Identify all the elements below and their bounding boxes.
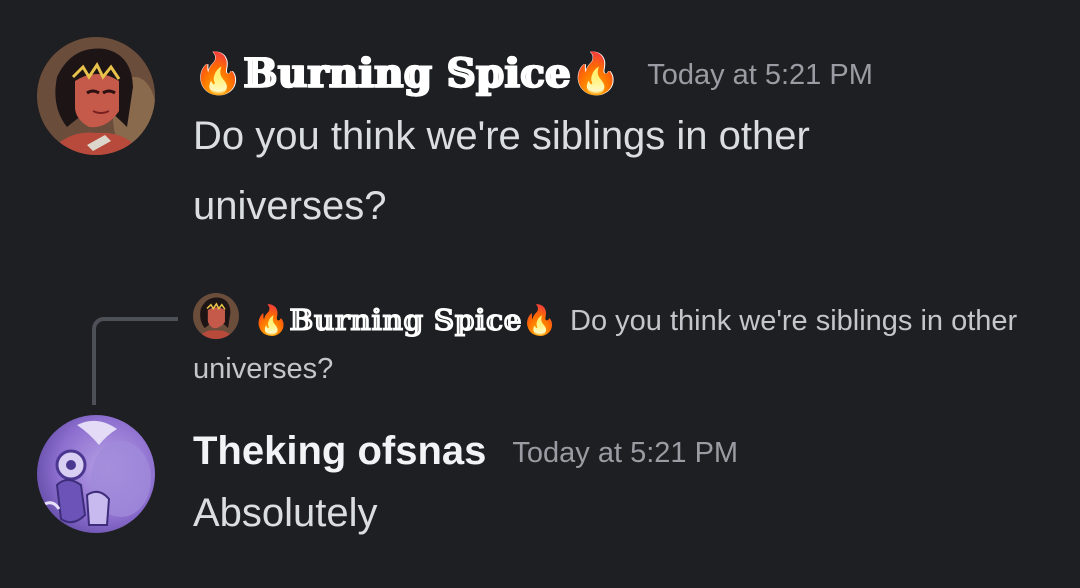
user-avatar-red-character-icon [37,37,155,155]
reply-connector-line [92,317,178,405]
reply-preview[interactable]: 🔥𝔹𝕦𝕣𝕟𝕚𝕟𝕘 𝕊𝕡𝕚𝕔𝕖🔥 Do you think we're siblin… [193,296,1033,393]
message-1-author[interactable]: 🔥𝔹𝕦𝕣𝕟𝕚𝕟𝕘 𝕊𝕡𝕚𝕔𝕖🔥 [193,46,621,102]
message-1-timestamp[interactable]: Today at 5:21 PM [647,59,873,92]
message-1-text: Do you think we're siblings in other uni… [193,114,810,228]
message-2-timestamp[interactable]: Today at 5:21 PM [512,437,738,470]
message-1-header: 🔥𝔹𝕦𝕣𝕟𝕚𝕟𝕘 𝕊𝕡𝕚𝕔𝕖🔥 Today at 5:21 PM [193,46,873,102]
message-2-header: Theking ofsnas Today at 5:21 PM [193,423,738,479]
reply-author[interactable]: 🔥𝔹𝕦𝕣𝕟𝕚𝕟𝕘 𝕊𝕡𝕚𝕔𝕖🔥 [253,303,558,337]
message-1-avatar[interactable] [37,37,155,155]
message-2-avatar[interactable] [37,415,155,533]
user-avatar-purple-character-icon [37,415,155,533]
message-2-text: Absolutely [193,491,378,535]
message-2-author[interactable]: Theking ofsnas [193,429,486,474]
